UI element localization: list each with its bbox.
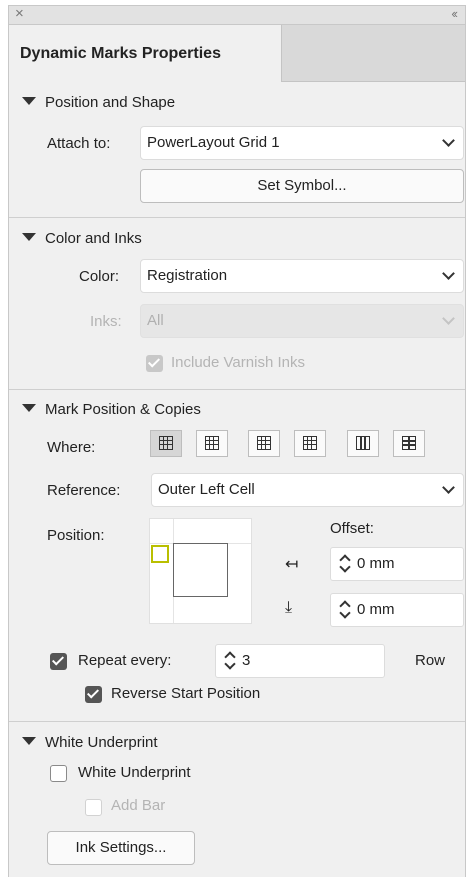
disclosure-triangle-icon: [22, 737, 36, 745]
attach-to-select[interactable]: PowerLayout Grid 1: [140, 126, 464, 160]
where-grid-bottom-button[interactable]: [294, 430, 326, 457]
reverse-start-label: Reverse Start Position: [111, 685, 261, 702]
section-title: Position and Shape: [45, 94, 176, 111]
section-mark-position-header[interactable]: Mark Position & Copies: [22, 401, 201, 418]
repeat-every-checkbox[interactable]: [50, 653, 67, 670]
repeat-every-label: Repeat every:: [78, 652, 172, 669]
section-title: Color and Inks: [45, 230, 142, 247]
white-underprint-label: White Underprint: [78, 764, 191, 781]
where-grid-columns-button[interactable]: [196, 430, 228, 457]
chevron-down-icon: [442, 134, 455, 147]
section-white-underprint-header[interactable]: White Underprint: [22, 734, 158, 751]
inks-label: Inks:: [90, 313, 122, 330]
where-label: Where:: [47, 439, 96, 456]
reverse-start-checkbox[interactable]: [85, 686, 102, 703]
disclosure-triangle-icon: [22, 97, 36, 105]
section-title: White Underprint: [45, 734, 158, 751]
section-title: Mark Position & Copies: [45, 401, 201, 418]
collapse-panel-icon[interactable]: ‹‹: [451, 6, 458, 21]
add-bar-label: Add Bar: [111, 797, 166, 814]
position-label: Position:: [47, 527, 105, 544]
stepper-arrows-icon[interactable]: [223, 650, 237, 672]
set-symbol-button[interactable]: Set Symbol...: [140, 169, 464, 203]
dynamic-marks-panel: × ‹‹ Dynamic Marks Properties Position a…: [8, 5, 466, 877]
offset-x-value: 0 mm: [357, 555, 395, 572]
reference-select[interactable]: Outer Left Cell: [151, 473, 464, 507]
where-vertical-gutters-button[interactable]: [347, 430, 379, 457]
vertical-gutters-icon: [356, 436, 370, 450]
tab-dynamic-marks-properties[interactable]: Dynamic Marks Properties: [9, 25, 282, 82]
chevron-down-icon: [442, 267, 455, 280]
repeat-every-value: 3: [242, 652, 251, 669]
panel-titlebar: × ‹‹: [9, 5, 465, 25]
reference-value: Outer Left Cell: [158, 481, 255, 498]
grid-columns-icon: [205, 436, 219, 450]
reference-label: Reference:: [47, 482, 121, 499]
attach-to-label: Attach to:: [47, 135, 111, 152]
align-left-arrow-icon: ↤: [285, 556, 299, 573]
chevron-down-icon: [442, 312, 455, 325]
attach-to-value: PowerLayout Grid 1: [147, 134, 280, 151]
repeat-unit-label: Row: [415, 652, 446, 669]
tab-label: Dynamic Marks Properties: [20, 45, 221, 62]
disclosure-triangle-icon: [22, 404, 36, 412]
close-icon[interactable]: ×: [15, 5, 24, 22]
include-varnish-checkbox[interactable]: [146, 355, 163, 372]
color-label: Color:: [79, 268, 120, 285]
horizontal-gutters-icon: [402, 436, 416, 450]
cell-preview: [173, 543, 228, 597]
offset-x-stepper[interactable]: 0 mm: [330, 547, 464, 581]
color-select[interactable]: Registration: [140, 259, 464, 293]
stepper-arrows-icon[interactable]: [338, 553, 352, 575]
position-picker[interactable]: [149, 518, 252, 624]
grid-top-icon: [257, 436, 271, 450]
where-grid-cells-button[interactable]: [150, 430, 182, 457]
divider: [9, 217, 465, 218]
divider: [9, 721, 465, 722]
color-value: Registration: [147, 267, 228, 284]
inks-value: All: [147, 312, 164, 329]
mark-position-marker[interactable]: [151, 545, 169, 563]
inks-select[interactable]: All: [140, 304, 464, 338]
offset-y-stepper[interactable]: 0 mm: [330, 593, 464, 627]
offset-y-value: 0 mm: [357, 601, 395, 618]
include-varnish-label: Include Varnish Inks: [171, 354, 305, 371]
where-grid-top-button[interactable]: [248, 430, 280, 457]
section-color-inks-header[interactable]: Color and Inks: [22, 230, 142, 247]
white-underprint-checkbox[interactable]: [50, 765, 67, 782]
chevron-down-icon: [442, 481, 455, 494]
grid-cells-icon: [159, 436, 173, 450]
divider: [9, 389, 465, 390]
stepper-arrows-icon[interactable]: [338, 599, 352, 621]
grid-bottom-icon: [303, 436, 317, 450]
section-position-shape-header[interactable]: Position and Shape: [22, 94, 175, 111]
align-bottom-arrow-icon: ⤓: [285, 599, 293, 616]
where-horizontal-gutters-button[interactable]: [393, 430, 425, 457]
add-bar-checkbox[interactable]: [85, 799, 102, 816]
ink-settings-button[interactable]: Ink Settings...: [47, 831, 195, 865]
panel-tab-strip: Dynamic Marks Properties: [9, 25, 465, 82]
repeat-every-stepper[interactable]: 3: [215, 644, 385, 678]
offset-label: Offset:: [330, 520, 374, 537]
disclosure-triangle-icon: [22, 233, 36, 241]
